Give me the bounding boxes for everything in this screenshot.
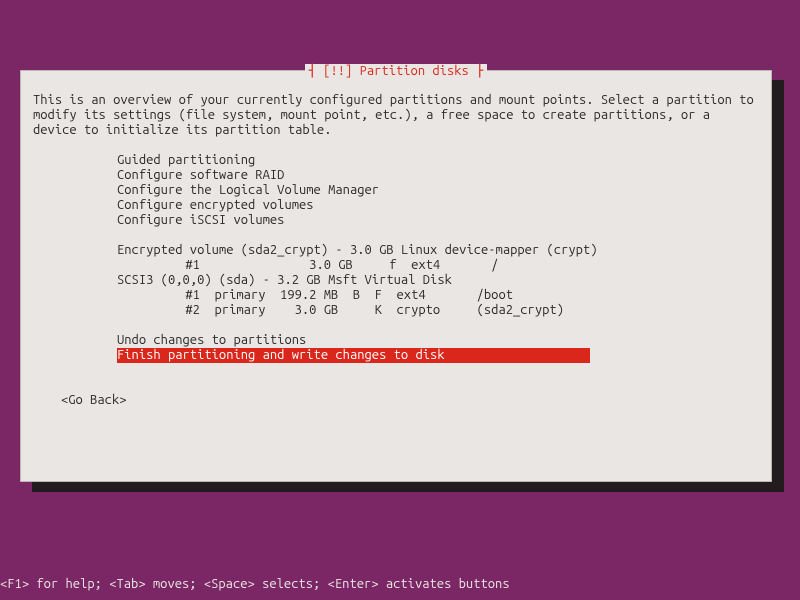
menu-finish-partitioning[interactable]: Finish partitioning and write changes to…	[117, 348, 590, 363]
menu-configure-iscsi[interactable]: Configure iSCSI volumes	[117, 213, 759, 228]
menu-encrypted-volume-header[interactable]: Encrypted volume (sda2_crypt) - 3.0 GB L…	[117, 243, 759, 258]
spacer	[117, 228, 759, 243]
dialog-content: This is an overview of your currently co…	[21, 71, 771, 420]
menu-list: Guided partitioning Configure software R…	[117, 153, 759, 363]
description-text: This is an overview of your currently co…	[33, 93, 759, 138]
menu-scsi-partition-1[interactable]: #1 primary 199.2 MB B F ext4 /boot	[149, 288, 759, 303]
menu-guided-partitioning[interactable]: Guided partitioning	[117, 153, 759, 168]
menu-encrypted-partition-1[interactable]: #1 3.0 GB f ext4 /	[149, 258, 759, 273]
menu-scsi-partition-2[interactable]: #2 primary 3.0 GB K crypto (sda2_crypt)	[149, 303, 759, 318]
menu-undo-changes[interactable]: Undo changes to partitions	[117, 333, 759, 348]
menu-configure-raid[interactable]: Configure software RAID	[117, 168, 759, 183]
spacer	[117, 318, 759, 333]
dialog-title-bar: ┤ [!!] Partition disks ├	[21, 64, 771, 79]
menu-scsi-disk-header[interactable]: SCSI3 (0,0,0) (sda) - 3.2 GB Msft Virtua…	[117, 273, 759, 288]
menu-configure-encrypted[interactable]: Configure encrypted volumes	[117, 198, 759, 213]
footer-help-text: <F1> for help; <Tab> moves; <Space> sele…	[0, 577, 510, 592]
menu-configure-lvm[interactable]: Configure the Logical Volume Manager	[117, 183, 759, 198]
partition-dialog: ┤ [!!] Partition disks ├ This is an over…	[20, 70, 772, 482]
dialog-title: ┤ [!!] Partition disks ├	[305, 64, 488, 78]
go-back-button[interactable]: <Go Back>	[61, 393, 759, 408]
